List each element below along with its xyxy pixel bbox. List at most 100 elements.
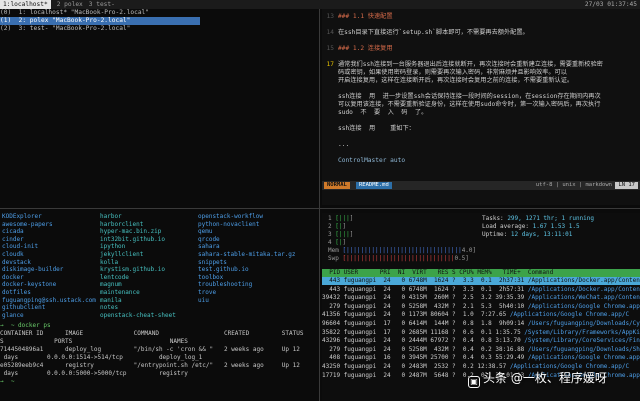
process-row[interactable]: 43296 fuguangpi 24 0 2444M 67972 ? 0.4 0… [322,337,640,345]
ls-entry: python-novaclient [198,220,260,228]
htop-meter: 4 [|] [328,239,347,246]
process-row[interactable]: 39432 fuguangpi 24 0 4315M 260M ? 2.5 3.… [322,294,640,302]
ls-entry: docker-keystone [2,281,57,289]
docker-header: CONTAINER ID IMAGE COMMAND CREATED STATU… [0,330,304,337]
process-row[interactable]: 96604 fuguangpi 17 0 6414M 144M ? 0.8 1.… [322,320,640,328]
ls-entry: kolla [100,258,119,266]
ls-entry: devstack [2,258,31,266]
code-line[interactable]: ssh连接 用 重如下： [338,125,415,133]
code-line[interactable]: sudo 不 要 入 码 了。 [338,109,427,117]
docker-row: days 0.0.0.0:5000->5000/tcp registry [0,370,188,377]
process-row-selected[interactable]: 443 fuguangpi 24 0 6748M 1624 ? 3.3 0.1 … [322,277,640,285]
code-line[interactable]: ssh连接 用 进一步设置ssh会话保持连接一段时间的session，在sess… [338,93,601,101]
tmux-window-2[interactable]: 2 polex [57,0,83,9]
htop-meter: Mem [||||||||||||||||||||||||||||||||4.0… [328,247,477,254]
docker-row: 7144504896a1 deploy_log "/bin/sh -c 'cro… [0,346,300,353]
ls-entry: trove [198,288,217,296]
ls-entry: troubleshooting [198,281,253,289]
vim-mode-badge: NORMAL [324,182,350,189]
line-number: 15 [326,45,334,52]
ls-entry: githubclient [2,304,46,312]
line-number: 17 [326,61,334,68]
htop-column-header[interactable]: PID USER PRI NI VIRT RES S CPU% MEM% TIM… [322,269,640,277]
ls-entry: int32bit.github.io [100,235,166,243]
vim-filename: README.md [356,182,392,189]
ls-entry: jekyllclient [100,250,144,258]
ls-entry: cinder [2,235,24,243]
ls-entry: fuguangping@ssh.ustack.com [2,296,96,304]
tmux-status-bar: 1:localhost* 2 polex 3 test- 27/03 01:37:4… [0,0,640,9]
code-line[interactable]: 通常我们ssh连接到一台服务器退出后连接就断开，再次连接时会重新建立连接，需要重… [338,61,603,69]
ls-column: harbor harborclient hyper-mac.bin.zip int32… [100,213,176,319]
process-row[interactable]: 41356 fuguangpi 24 0 1173M 80604 ? 1.0 7… [322,311,640,319]
vim-statusline: NORMAL README.md utf-8 | unix | markdown… [322,181,640,190]
vim-line-number: LN 17 [615,182,638,189]
tmux-window-3[interactable]: 3 test- [89,0,115,9]
code-line[interactable]: 码或密钥，如果使用密码登录，则需要再次输入密码，非常麻烦并且影响效率。可以 [338,69,567,77]
ls-entry: harbor [100,213,122,220]
ls-entry: toolbox [198,273,224,281]
vim-file-info: utf-8 | unix | markdown [535,182,612,188]
pane-divider-vertical[interactable] [319,9,320,401]
toutiao-logo-icon: ▣ [468,376,480,388]
tmux-window-tree: (0) 1: localhost* "MacBook-Pro-2.local" … [0,9,318,205]
tmux-window-active[interactable]: 1:localhost* [0,0,51,9]
ls-entry: qemu [198,228,213,236]
ls-entry: manila [100,296,122,304]
process-row[interactable]: 35822 fuguangpi 17 0 2685M 11168 ? 0.6 0… [322,329,640,337]
tree-row[interactable]: (2) 3: test- "MacBook-Pro-2.local" [0,25,318,33]
shell-prompt[interactable]: → ~ [0,378,18,386]
code-line[interactable]: 开启连接复用，这样在连接断开后，再次连接时会复用之前的连接，不需要重新认证。 [338,77,573,85]
htop-meter: 1 [|||] [328,215,354,222]
line-number: 14 [326,29,334,36]
process-row[interactable]: 408 fuguangpi 16 0 3945M 25700 ? 0.4 0.3… [322,354,640,362]
tree-row-selected[interactable]: (1) 2: polex "MacBook-Pro-2.local" [0,17,200,25]
ls-entry: cloud-init [2,243,39,251]
code-line[interactable]: ### 1.2 连接复用 [338,45,393,53]
ls-entry: notes [100,304,119,312]
ls-entry: uiu [198,296,209,304]
ls-entry: ipython [100,243,126,251]
code-line[interactable]: ### 1.1 快速配置 [338,13,393,21]
watermark: ▣ 头条 @一枚、程序媛呀 [468,371,607,388]
ls-entry: openstack-workflow [198,213,264,220]
vim-editor-pane[interactable]: 13 ### 1.1 快速配置 14 在ssh目录下直接运行`setup.sh`脚本即… [322,9,640,205]
code-line[interactable]: 在ssh目录下直接运行`setup.sh`脚本即可，不需要再去额外配置。 [338,29,529,37]
ls-entry: sahara [198,243,220,251]
ls-entry [198,312,296,320]
htop-meter: 2 [|] [328,223,347,230]
docker-row: e05289eeb9c4 registry "/entrypoint.sh /e… [0,362,300,369]
htop-meter: Swp [||||||||||||||||||||||||||||||0.5] [328,255,469,262]
process-row[interactable]: 279 fuguangpi 24 0 5258M 432M ? 0.4 0.2 … [322,346,640,354]
ls-entry: sahara-stable-mitaka.tar.gz [198,250,296,258]
ls-entry: krystism.github.io [100,266,166,274]
ls-column: KODExplorer awesome-papers cicada cinder clo… [2,213,96,319]
code-line[interactable]: ControlMaster auto [338,157,405,165]
ls-entry: qrcode [198,235,220,243]
tree-row[interactable]: (0) 1: localhost* "MacBook-Pro-2.local" [0,9,318,17]
ls-entry [198,304,296,312]
ls-entry: KODExplorer [2,213,42,220]
ls-entry: lentcode [100,273,129,281]
htop-meter: 3 [|||] [328,231,354,238]
ls-entry: dotfiles [2,288,31,296]
ls-entry: openstack-cheat-sheet [100,311,176,319]
shell-prompt[interactable]: → ~ docker ps [0,322,51,330]
docker-header: S PORTS NAMES [0,338,188,345]
ls-entry: glance [2,311,24,319]
ls-entry: docker [2,273,24,281]
pane-divider-horizontal[interactable] [0,208,640,209]
htop-uptime: Uptime: 12 days, 13:11:01 [482,231,573,238]
code-line[interactable]: 可以复用该连接，不需要重新验证身份，这样在使用sudo命令时，第一次输入密码后，… [338,101,600,109]
process-row[interactable]: 279 fuguangpi 24 0 5258M 432M ? 2.1 5.3 … [322,303,640,311]
htop-tasks: Tasks: 299, 1271 thr; 1 running [482,215,595,222]
ls-entry: snippets [198,258,227,266]
docker-ps-output[interactable]: → ~ docker ps CONTAINER ID IMAGE COMMAND… [0,322,318,401]
process-row[interactable]: 443 fuguangpi 24 0 6748M 1624 ? 3.3 0.1 … [322,286,640,294]
code-line[interactable]: ... [338,141,349,149]
ls-column: openstack-workflow python-novaclient qemu q… [198,213,296,319]
ls-entry: cloudk [2,250,24,258]
ls-entry: magnum [100,281,122,289]
line-number: 13 [326,13,334,20]
process-row[interactable]: 43250 fuguangpi 24 0 2483M 2532 ? 0.2 12… [322,363,640,371]
